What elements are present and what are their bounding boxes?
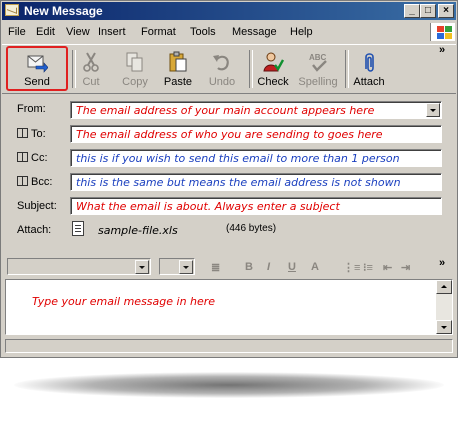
envelope-icon — [5, 4, 19, 16]
scissors-icon — [83, 52, 99, 72]
numbered-list-icon[interactable]: ⋮≡ — [343, 261, 360, 274]
bcc-value: this is the same but means the email add… — [76, 176, 401, 189]
clipboard-icon — [169, 51, 187, 72]
check-names-icon — [263, 52, 284, 72]
italic-icon[interactable]: I — [267, 261, 270, 273]
vertical-scrollbar[interactable] — [436, 280, 452, 334]
address-book-icon — [17, 128, 28, 138]
paste-button[interactable]: Paste — [156, 47, 200, 91]
from-label: From: — [17, 103, 46, 115]
cut-button[interactable]: Cut — [69, 47, 113, 91]
attachment-list: sample-file.xls (446 bytes) — [70, 219, 442, 241]
close-button[interactable]: × — [438, 4, 454, 18]
paragraph-style-icon[interactable]: ≣ — [211, 261, 220, 274]
bulleted-list-icon[interactable]: ⁝≡ — [363, 261, 373, 274]
bcc-label: Bcc: — [31, 176, 53, 188]
menu-message[interactable]: Message — [232, 26, 277, 38]
cc-label-wrap[interactable]: Cc: — [17, 152, 48, 164]
scroll-down-arrow-icon[interactable] — [436, 320, 452, 334]
to-value: The email address of who you are sending… — [76, 128, 383, 141]
chevron-down-icon[interactable] — [135, 260, 149, 274]
subject-label: Subject: — [17, 200, 57, 212]
message-body[interactable]: Type your email message in here — [5, 279, 453, 335]
increase-indent-icon[interactable]: ⇥ — [401, 261, 410, 274]
send-label: Send — [24, 76, 50, 88]
paste-label: Paste — [163, 76, 193, 88]
spelling-icon: ABC — [309, 53, 327, 72]
attachment-name[interactable]: sample-file.xls — [98, 224, 178, 237]
attachment-size: (446 bytes) — [226, 223, 277, 234]
subject-field[interactable]: What the email is about. Always enter a … — [70, 197, 442, 215]
font-color-icon[interactable]: A — [311, 261, 319, 273]
check-names-button[interactable]: Check — [251, 47, 295, 91]
formatting-toolbar: ≣ B I U A ⋮≡ ⁝≡ ⇤ ⇥ » — [5, 255, 453, 277]
menu-format[interactable]: Format — [141, 26, 176, 38]
attach-field-label: Attach: — [17, 224, 52, 236]
toolbar-overflow-icon[interactable]: » — [439, 44, 445, 56]
undo-label: Undo — [208, 76, 236, 88]
toolbar: Send Cut Copy Paste Undo Check ABC Spell… — [2, 44, 456, 94]
file-icon — [72, 221, 84, 236]
underline-icon[interactable]: U — [288, 261, 296, 273]
cc-value: this is if you wish to send this email t… — [76, 152, 400, 165]
from-select[interactable]: The email address of your main account a… — [70, 101, 442, 119]
address-book-icon — [17, 152, 28, 162]
chevron-down-icon[interactable] — [426, 103, 440, 117]
attach-label: Attach — [353, 76, 385, 88]
menu-bar: File Edit View Insert Format Tools Messa… — [2, 22, 456, 42]
new-message-window: New Message _ □ × File Edit View Insert … — [0, 0, 458, 358]
font-name-select[interactable] — [7, 258, 151, 275]
bold-icon[interactable]: B — [245, 261, 253, 273]
menu-insert[interactable]: Insert — [98, 26, 126, 38]
maximize-button[interactable]: □ — [420, 4, 436, 18]
check-label: Check — [257, 76, 289, 88]
paperclip-icon — [365, 53, 374, 72]
bcc-field[interactable]: this is the same but means the email add… — [70, 173, 442, 191]
title-bar[interactable]: New Message _ □ × — [2, 2, 456, 20]
menu-file[interactable]: File — [8, 26, 26, 38]
menu-tools[interactable]: Tools — [190, 26, 216, 38]
address-book-icon — [17, 176, 28, 186]
status-bar — [5, 339, 453, 353]
to-label-wrap[interactable]: To: — [17, 128, 46, 140]
to-field[interactable]: The email address of who you are sending… — [70, 125, 442, 143]
from-value: The email address of your main account a… — [76, 104, 375, 117]
spelling-button[interactable]: ABC Spelling — [296, 47, 340, 91]
toolbar-overflow-icon[interactable]: » — [439, 257, 445, 269]
attach-button[interactable]: Attach — [347, 47, 391, 91]
font-size-select[interactable] — [159, 258, 195, 275]
minimize-button[interactable]: _ — [404, 4, 420, 18]
chevron-down-icon[interactable] — [179, 260, 193, 274]
windows-logo-icon — [430, 23, 455, 41]
window-shadow — [14, 372, 444, 398]
svg-text:ABC: ABC — [309, 53, 327, 62]
send-icon — [27, 55, 48, 73]
copy-label: Copy — [122, 76, 148, 88]
cc-field[interactable]: this is if you wish to send this email t… — [70, 149, 442, 167]
cc-label: Cc: — [31, 152, 48, 164]
spelling-label: Spelling — [298, 76, 338, 88]
send-button[interactable]: Send — [15, 47, 59, 91]
subject-value: What the email is about. Always enter a … — [76, 200, 340, 213]
menu-edit[interactable]: Edit — [36, 26, 55, 38]
to-label: To: — [31, 128, 46, 140]
window-title: New Message — [24, 4, 103, 18]
message-body-text: Type your email message in here — [32, 295, 216, 308]
decrease-indent-icon[interactable]: ⇤ — [383, 261, 392, 274]
undo-icon — [213, 55, 229, 71]
undo-button[interactable]: Undo — [200, 47, 244, 91]
menu-view[interactable]: View — [66, 26, 90, 38]
copy-icon — [126, 52, 143, 72]
copy-button[interactable]: Copy — [113, 47, 157, 91]
bcc-label-wrap[interactable]: Bcc: — [17, 176, 52, 188]
scroll-up-arrow-icon[interactable] — [436, 280, 452, 294]
menu-help[interactable]: Help — [290, 26, 313, 38]
cut-label: Cut — [82, 76, 100, 88]
